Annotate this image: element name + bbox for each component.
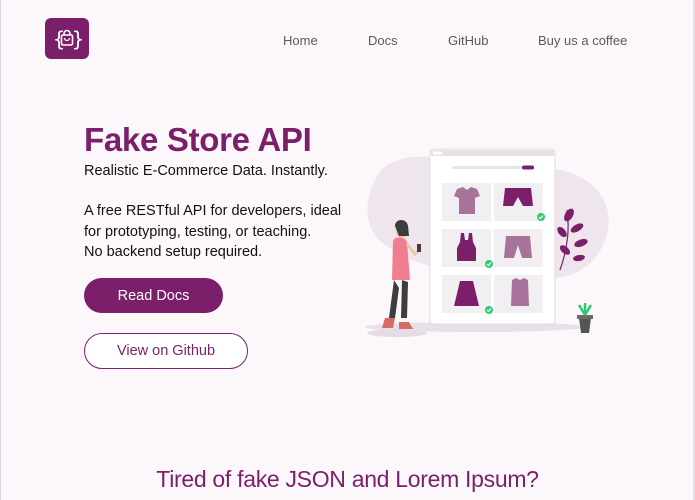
left-edge — [0, 0, 1, 500]
shopping-illustration — [365, 148, 609, 337]
store-page-card — [429, 148, 556, 325]
top-nav: Home Docs GitHub Buy us a coffee — [0, 33, 695, 49]
hero-title: Fake Store API — [84, 121, 312, 158]
nav-github-link[interactable]: GitHub — [448, 33, 488, 48]
floor-shadow-2 — [367, 329, 427, 337]
read-docs-button[interactable]: Read Docs — [84, 278, 223, 313]
view-github-button[interactable]: View on Github — [84, 333, 248, 369]
description-line: No backend setup required. — [84, 244, 263, 260]
description-line: for prototyping, testing, or teaching. — [84, 223, 312, 240]
nav-docs-link[interactable]: Docs — [368, 33, 398, 48]
section-title: Tired of fake JSON and Lorem Ipsum? — [156, 466, 539, 492]
nav-home-link[interactable]: Home — [283, 33, 318, 48]
hero-description: A free RESTful API for developers, ideal… — [84, 201, 341, 263]
hero-tagline: Realistic E-Commerce Data. Instantly. — [84, 163, 328, 179]
nav-coffee-link[interactable]: Buy us a coffee — [538, 33, 627, 48]
description-line: A free RESTful API for developers, ideal — [84, 203, 342, 219]
